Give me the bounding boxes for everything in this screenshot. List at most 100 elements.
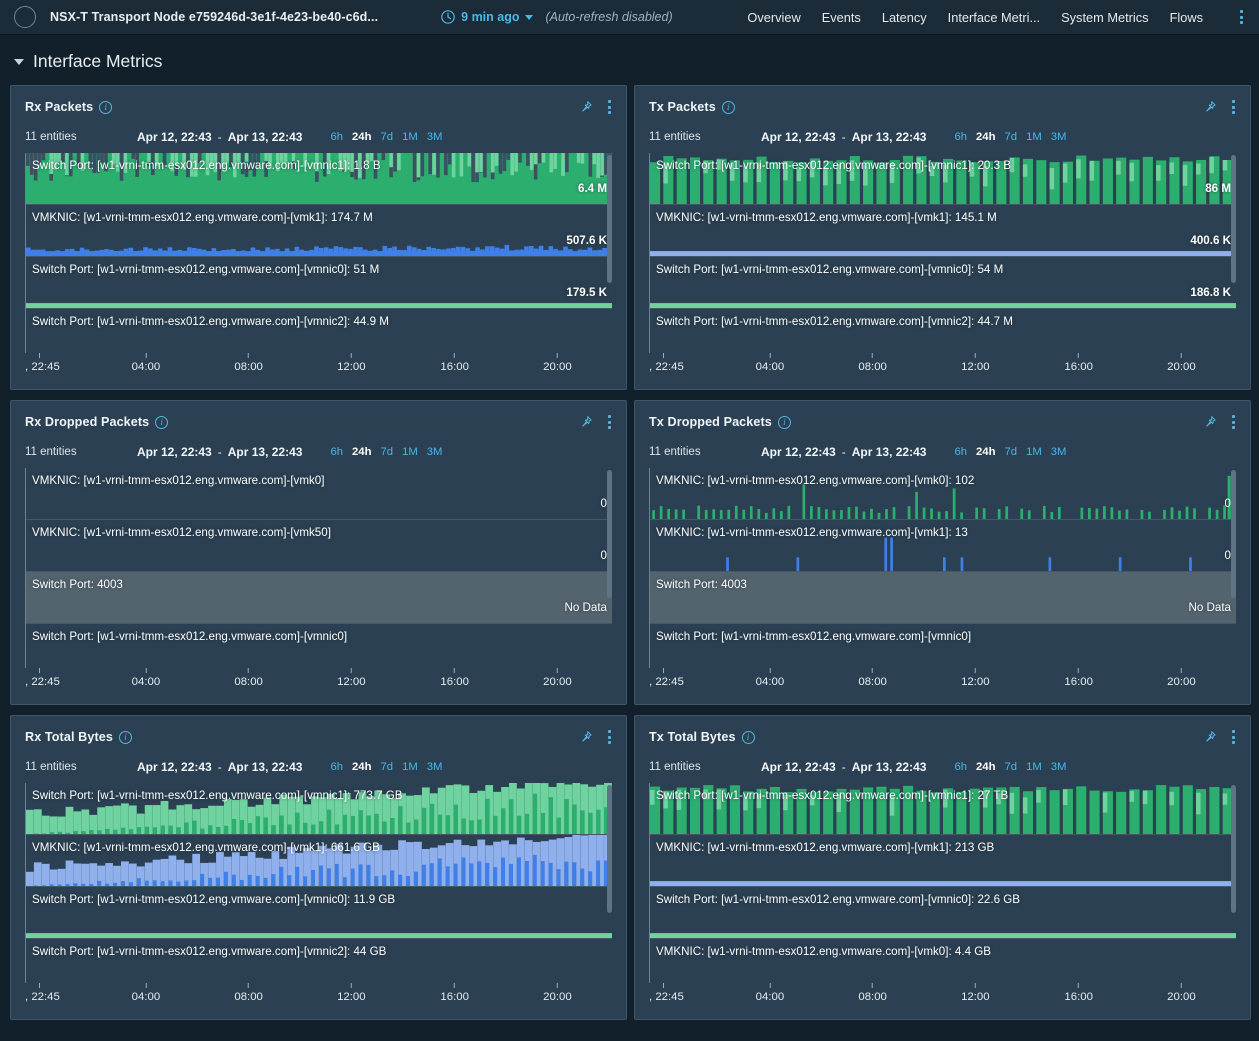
range-option-3M[interactable]: 3M bbox=[427, 761, 443, 773]
pin-icon[interactable] bbox=[578, 415, 593, 430]
more-vertical-icon[interactable] bbox=[605, 98, 614, 116]
sparkline-row[interactable]: VMKNIC: [w1-vrni-tmm-esx012.eng.vmware.c… bbox=[650, 205, 1236, 257]
sparkline-row[interactable]: VMKNIC: [w1-vrni-tmm-esx012.eng.vmware.c… bbox=[26, 835, 612, 887]
vertical-scrollbar[interactable] bbox=[607, 783, 612, 983]
range-option-24h[interactable]: 24h bbox=[352, 446, 371, 458]
info-icon[interactable]: i bbox=[155, 415, 169, 429]
more-vertical-icon[interactable] bbox=[605, 413, 614, 431]
more-vertical-icon[interactable] bbox=[605, 728, 614, 746]
sparkline-row[interactable]: Switch Port: [w1-vrni-tmm-esx012.eng.vmw… bbox=[650, 153, 1236, 205]
range-option-1M[interactable]: 1M bbox=[1026, 131, 1042, 143]
range-option-7d[interactable]: 7d bbox=[1004, 446, 1017, 458]
sparkline-row[interactable]: Switch Port: [w1-vrni-tmm-esx012.eng.vmw… bbox=[650, 887, 1236, 939]
sparkline-row[interactable]: VMKNIC: [w1-vrni-tmm-esx012.eng.vmware.c… bbox=[26, 520, 612, 572]
info-icon[interactable]: i bbox=[741, 730, 755, 744]
range-option-7d[interactable]: 7d bbox=[380, 446, 393, 458]
range-option-1M[interactable]: 1M bbox=[1026, 446, 1042, 458]
range-option-6h[interactable]: 6h bbox=[954, 761, 967, 773]
sparkline-row[interactable]: Switch Port: [w1-vrni-tmm-esx012.eng.vmw… bbox=[26, 624, 612, 668]
sparkline-row[interactable]: VMKNIC: [w1-vrni-tmm-esx012.eng.vmware.c… bbox=[650, 520, 1236, 572]
vertical-scrollbar[interactable] bbox=[1231, 468, 1236, 668]
vertical-scrollbar[interactable] bbox=[1231, 783, 1236, 983]
chevron-down-icon[interactable] bbox=[14, 58, 24, 65]
sparkline-row[interactable]: Switch Port: [w1-vrni-tmm-esx012.eng.vmw… bbox=[650, 624, 1236, 668]
pin-icon[interactable] bbox=[578, 100, 593, 115]
range-option-6h[interactable]: 6h bbox=[330, 446, 343, 458]
range-option-24h[interactable]: 24h bbox=[976, 131, 995, 143]
range-option-1M[interactable]: 1M bbox=[402, 446, 418, 458]
range-option-6h[interactable]: 6h bbox=[954, 446, 967, 458]
pin-icon[interactable] bbox=[1202, 100, 1217, 115]
range-option-7d[interactable]: 7d bbox=[380, 131, 393, 143]
sparkline-row[interactable]: Switch Port: [w1-vrni-tmm-esx012.eng.vmw… bbox=[26, 153, 612, 205]
sparkline-row[interactable]: Switch Port: [w1-vrni-tmm-esx012.eng.vmw… bbox=[26, 257, 612, 309]
info-icon[interactable]: i bbox=[118, 730, 132, 744]
pin-icon[interactable] bbox=[578, 730, 593, 745]
sparkline-row[interactable]: VMKNIC: [w1-vrni-tmm-esx012.eng.vmware.c… bbox=[26, 468, 612, 520]
axis-tick: 16:00 bbox=[440, 983, 469, 1003]
sparkline-row[interactable]: Switch Port: [w1-vrni-tmm-esx012.eng.vmw… bbox=[650, 257, 1236, 309]
section-header[interactable]: Interface Metrics bbox=[0, 35, 1259, 85]
range-option-3M[interactable]: 3M bbox=[1051, 131, 1067, 143]
range-selector: 6h 24h 7d 1M 3M bbox=[330, 761, 442, 773]
sparkline-row[interactable]: Switch Port: 4003 No Data bbox=[650, 572, 1236, 624]
more-vertical-icon[interactable] bbox=[1238, 8, 1245, 26]
range-option-3M[interactable]: 3M bbox=[1051, 446, 1067, 458]
nav-item-events[interactable]: Events bbox=[822, 10, 861, 25]
range-option-7d[interactable]: 7d bbox=[1004, 131, 1017, 143]
info-icon[interactable]: i bbox=[99, 100, 113, 114]
panel-title: Tx Packets bbox=[649, 100, 716, 114]
range-option-24h[interactable]: 24h bbox=[976, 761, 995, 773]
nav-item-interface-metrics[interactable]: Interface Metri... bbox=[948, 10, 1040, 25]
date-range: Apr 12, 22:43- Apr 13, 22:43 bbox=[761, 445, 927, 459]
vertical-scrollbar[interactable] bbox=[607, 153, 612, 353]
range-option-24h[interactable]: 24h bbox=[976, 446, 995, 458]
sparkline-row[interactable]: Switch Port: [w1-vrni-tmm-esx012.eng.vmw… bbox=[650, 309, 1236, 353]
vertical-scrollbar[interactable] bbox=[1231, 153, 1236, 353]
nav-item-flows[interactable]: Flows bbox=[1170, 10, 1203, 25]
range-option-3M[interactable]: 3M bbox=[427, 446, 443, 458]
range-option-3M[interactable]: 3M bbox=[1051, 761, 1067, 773]
nav-item-system-metrics[interactable]: System Metrics bbox=[1061, 10, 1148, 25]
range-option-24h[interactable]: 24h bbox=[352, 131, 371, 143]
range-option-1M[interactable]: 1M bbox=[402, 761, 418, 773]
info-icon[interactable]: i bbox=[777, 415, 791, 429]
more-vertical-icon[interactable] bbox=[1229, 728, 1238, 746]
nav-item-overview[interactable]: Overview bbox=[747, 10, 800, 25]
sparkline-row[interactable]: Switch Port: [w1-vrni-tmm-esx012.eng.vmw… bbox=[26, 309, 612, 353]
panel-header: Tx Dropped Packets i bbox=[635, 401, 1250, 431]
more-vertical-icon[interactable] bbox=[1229, 98, 1238, 116]
pin-icon[interactable] bbox=[1202, 730, 1217, 745]
range-option-6h[interactable]: 6h bbox=[954, 131, 967, 143]
refresh-control[interactable]: 9 min ago bbox=[440, 9, 534, 25]
range-option-7d[interactable]: 7d bbox=[1004, 761, 1017, 773]
sparkline-row[interactable]: VMKNIC: [w1-vrni-tmm-esx012.eng.vmware.c… bbox=[650, 835, 1236, 887]
range-option-3M[interactable]: 3M bbox=[427, 131, 443, 143]
axis-tick: 16:00 bbox=[440, 353, 469, 373]
info-icon[interactable]: i bbox=[721, 100, 735, 114]
sparkline-row[interactable]: VMKNIC: [w1-vrni-tmm-esx012.eng.vmware.c… bbox=[650, 939, 1236, 983]
sparkline-row[interactable]: Switch Port: [w1-vrni-tmm-esx012.eng.vmw… bbox=[26, 939, 612, 983]
pin-icon[interactable] bbox=[1202, 415, 1217, 430]
axis-tick: 16:00 bbox=[440, 668, 469, 688]
sparkline-row[interactable]: VMKNIC: [w1-vrni-tmm-esx012.eng.vmware.c… bbox=[650, 468, 1236, 520]
sparkline-row[interactable]: Switch Port: [w1-vrni-tmm-esx012.eng.vmw… bbox=[26, 783, 612, 835]
sparkline-row[interactable]: VMKNIC: [w1-vrni-tmm-esx012.eng.vmware.c… bbox=[26, 205, 612, 257]
series-value: 507.6 K bbox=[566, 234, 607, 247]
sparkline-list: Switch Port: [w1-vrni-tmm-esx012.eng.vmw… bbox=[649, 783, 1236, 983]
range-option-6h[interactable]: 6h bbox=[330, 131, 343, 143]
range-option-1M[interactable]: 1M bbox=[1026, 761, 1042, 773]
axis-tick: 16:00 bbox=[1064, 983, 1093, 1003]
range-option-6h[interactable]: 6h bbox=[330, 761, 343, 773]
more-vertical-icon[interactable] bbox=[1229, 413, 1238, 431]
range-option-1M[interactable]: 1M bbox=[402, 131, 418, 143]
sparkline-row[interactable]: Switch Port: 4003 No Data bbox=[26, 572, 612, 624]
axis-tick: 12:00 bbox=[337, 353, 366, 373]
range-option-24h[interactable]: 24h bbox=[352, 761, 371, 773]
sparkline-row[interactable]: Switch Port: [w1-vrni-tmm-esx012.eng.vmw… bbox=[650, 783, 1236, 835]
sparkline-row[interactable]: Switch Port: [w1-vrni-tmm-esx012.eng.vmw… bbox=[26, 887, 612, 939]
nav-item-latency[interactable]: Latency bbox=[882, 10, 927, 25]
vertical-scrollbar[interactable] bbox=[607, 468, 612, 668]
chevron-down-icon[interactable] bbox=[525, 14, 534, 20]
range-option-7d[interactable]: 7d bbox=[380, 761, 393, 773]
